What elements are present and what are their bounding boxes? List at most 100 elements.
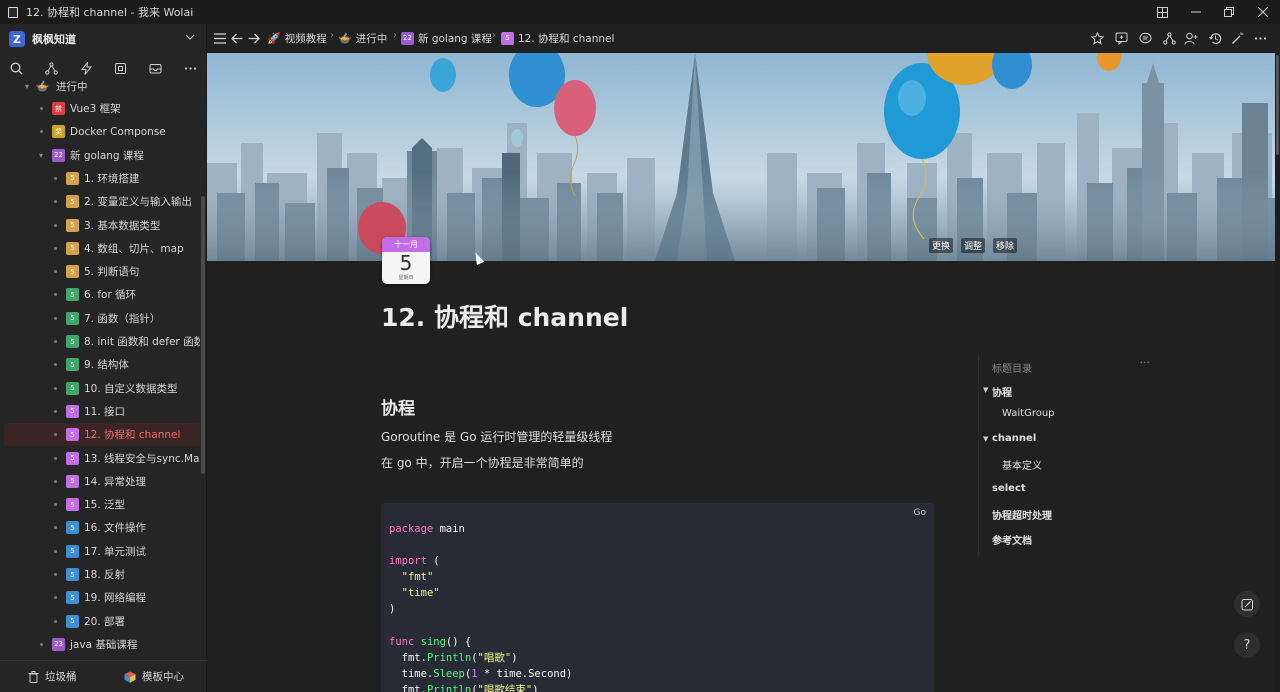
remove-cover-button[interactable]: 移除 [992,238,1017,253]
sidebar-item[interactable]: 5 13. 线程安全与sync.Map [4,447,200,470]
cover-image[interactable]: 更换 调整 移除 [207,53,1275,261]
sidebar-item-in-progress[interactable]: ▾ 🍲 进行中 [4,80,200,98]
page-icon: 5 [66,568,79,581]
sidebar-item[interactable]: 5 12. 协程和 channel [4,423,200,447]
graph-icon[interactable] [41,58,61,78]
page-icon: 5 [66,335,79,348]
sidebar-item[interactable]: 5 5. 判断语句 [4,260,200,283]
chat-icon[interactable] [1136,29,1154,47]
breadcrumb-item-golang-course[interactable]: 22 新 golang 课程 [401,30,492,46]
lightning-icon[interactable] [76,58,96,78]
more-icon[interactable] [180,58,200,78]
sidebar-item[interactable]: 5 18. 反射 [4,563,200,586]
page-title[interactable]: 12. 协程和 channel [381,298,628,334]
page-scrollbar[interactable] [1275,53,1280,692]
workspace-switcher[interactable]: Z 枫枫知道 [0,24,207,54]
outline-item[interactable]: 协程 [992,384,1012,399]
search-icon[interactable] [6,58,26,78]
sidebar-item[interactable]: 5 6. for 循环 [4,283,200,306]
feedback-edit-icon[interactable] [1234,591,1260,617]
comment-box-icon[interactable] [1112,29,1130,47]
history-icon[interactable] [1206,29,1224,47]
outline-item[interactable]: 协程超时处理 [992,507,1052,522]
page-icon: 5 [66,451,79,465]
chevron-down-icon[interactable]: ▾ [22,82,32,91]
sidebar-item[interactable]: 禁 Vue3 框架 [4,97,200,120]
sidebar-item[interactable]: 5 1. 环境搭建 [4,167,200,190]
outline-item[interactable]: 参考文档 [992,532,1032,547]
back-arrow-icon[interactable] [228,29,246,47]
sidebar-item[interactable]: 5 4. 数组、切片、map [4,237,200,260]
outline-item[interactable]: WaitGroup [1002,408,1055,419]
calendar-month: 十一月 [382,237,430,252]
star-icon[interactable] [1088,29,1106,47]
chevron-down-icon[interactable] [185,32,195,43]
sidebar-item[interactable]: 23 java 基础课程 [4,633,200,656]
sidebar-item[interactable]: 5 7. 函数（指针） [4,307,200,330]
sidebar-item[interactable]: 5 3. 基本数据类型 [4,214,200,237]
code-block[interactable]: Go package main import ( "fmt" "time") f… [381,503,934,692]
page-scrollbar-thumb[interactable] [1276,55,1279,155]
outline-item[interactable]: select [992,483,1026,494]
change-cover-button[interactable]: 更换 [928,238,953,253]
paragraph[interactable]: 在 go 中，开启一个协程是非常简单的 [381,454,584,471]
collapse-triangle-icon[interactable]: ▼ [983,386,988,394]
sidebar-item[interactable]: 奖 Docker Componse [4,120,200,143]
breadcrumb-item-current[interactable]: 5 12. 协程和 channel [501,30,614,46]
bowl-icon: 🍲 [35,80,50,93]
code-line: ) [389,601,572,617]
sidebar-item-label: 9. 结构体 [84,359,129,372]
paragraph[interactable]: Goroutine 是 Go 运行时管理的轻量级线程 [381,428,612,445]
page-icon-calendar[interactable]: 十一月 5 星期日 [382,237,430,284]
magic-wand-icon[interactable] [1228,29,1246,47]
collapse-triangle-icon[interactable]: ▼ [983,435,988,443]
sidebar-item[interactable]: 5 19. 网络编程 [4,586,200,609]
bowl-icon: 🍲 [338,31,352,45]
code-language-label[interactable]: Go [914,508,926,518]
sidebar-item[interactable]: 5 10. 自定义数据类型 [4,377,200,400]
layout-icon[interactable] [1145,0,1179,24]
minimize-icon[interactable] [1179,0,1213,24]
close-icon[interactable] [1246,0,1280,24]
box-icon[interactable] [110,58,130,78]
add-user-icon[interactable] [1182,29,1200,47]
help-button[interactable]: ? [1234,632,1260,658]
template-center-button[interactable]: 模板中心 [124,669,184,684]
sidebar-item[interactable]: 5 17. 单元测试 [4,540,200,563]
code-content[interactable]: package main import ( "fmt" "time") func… [389,521,572,692]
trash-button[interactable]: 垃圾桶 [28,669,77,684]
sidebar-item[interactable]: 5 2. 变量定义与输入输出 [4,190,200,213]
sidebar-item[interactable]: ▾ 22 新 golang 课程 [4,144,200,167]
menu-icon[interactable] [211,29,229,47]
city-balloons-image [207,53,1275,261]
more-icon[interactable] [1251,29,1269,47]
sidebar-item[interactable]: 5 11. 接口 [4,400,200,423]
page-tree: ▾ 🍲 进行中 禁 Vue3 框架奖 Docker Componse ▾ 22 新 gol… [0,80,200,656]
restore-icon[interactable] [1212,0,1246,24]
forward-arrow-icon[interactable] [245,29,263,47]
more-icon[interactable]: ··· [1140,356,1151,369]
code-token: () { [445,635,472,648]
sidebar-scrollbar[interactable] [201,196,205,474]
breadcrumb-item-videos[interactable]: 🚀 视频教程 [267,30,327,46]
graph-icon[interactable] [1160,29,1178,47]
sidebar-item[interactable]: 5 14. 异常处理 [4,470,200,493]
outline-item[interactable]: channel [992,433,1036,444]
code-token: Sleep [433,667,465,680]
section-heading[interactable]: 协程 [381,394,415,419]
bullet-icon [54,503,57,507]
bullet-icon [40,107,43,110]
sidebar-item[interactable]: 5 16. 文件操作 [4,516,200,539]
sidebar-item[interactable]: 5 8. init 函数和 defer 函数 [4,330,200,353]
outline-item[interactable]: 基本定义 [1002,457,1042,472]
inbox-icon[interactable] [145,58,165,78]
adjust-cover-button[interactable]: 调整 [960,238,985,253]
sidebar-item[interactable]: 5 15. 泛型 [4,493,200,516]
sidebar-item[interactable]: 5 9. 结构体 [4,353,200,376]
code-line: "time" [389,585,572,601]
chevron-down-icon[interactable]: ▾ [36,151,46,160]
bullet-icon [54,223,57,227]
breadcrumb-item-in-progress[interactable]: 🍲 进行中 [338,30,387,46]
sidebar-item[interactable]: 5 20. 部署 [4,610,200,633]
